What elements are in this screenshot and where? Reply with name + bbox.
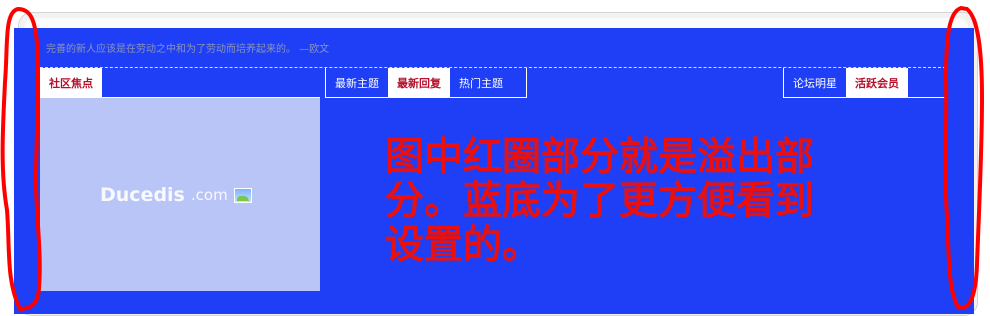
left-overflow-circle xyxy=(0,6,42,312)
red-overflow-circles xyxy=(0,5,985,312)
right-overflow-circle xyxy=(943,5,985,310)
